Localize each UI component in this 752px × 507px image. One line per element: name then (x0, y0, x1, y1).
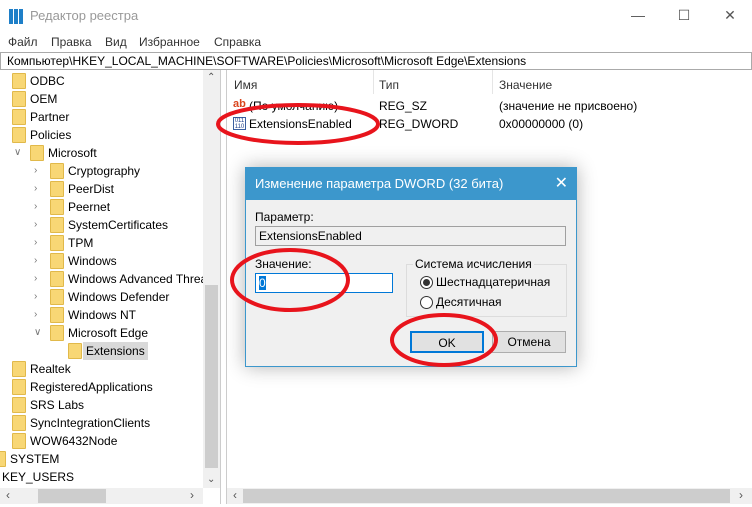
annotation-circle-value-field (230, 248, 350, 312)
annotation-overlay (216, 103, 498, 367)
annotation-circle-ok (390, 313, 498, 367)
annotation-circle-value-name (216, 103, 380, 145)
